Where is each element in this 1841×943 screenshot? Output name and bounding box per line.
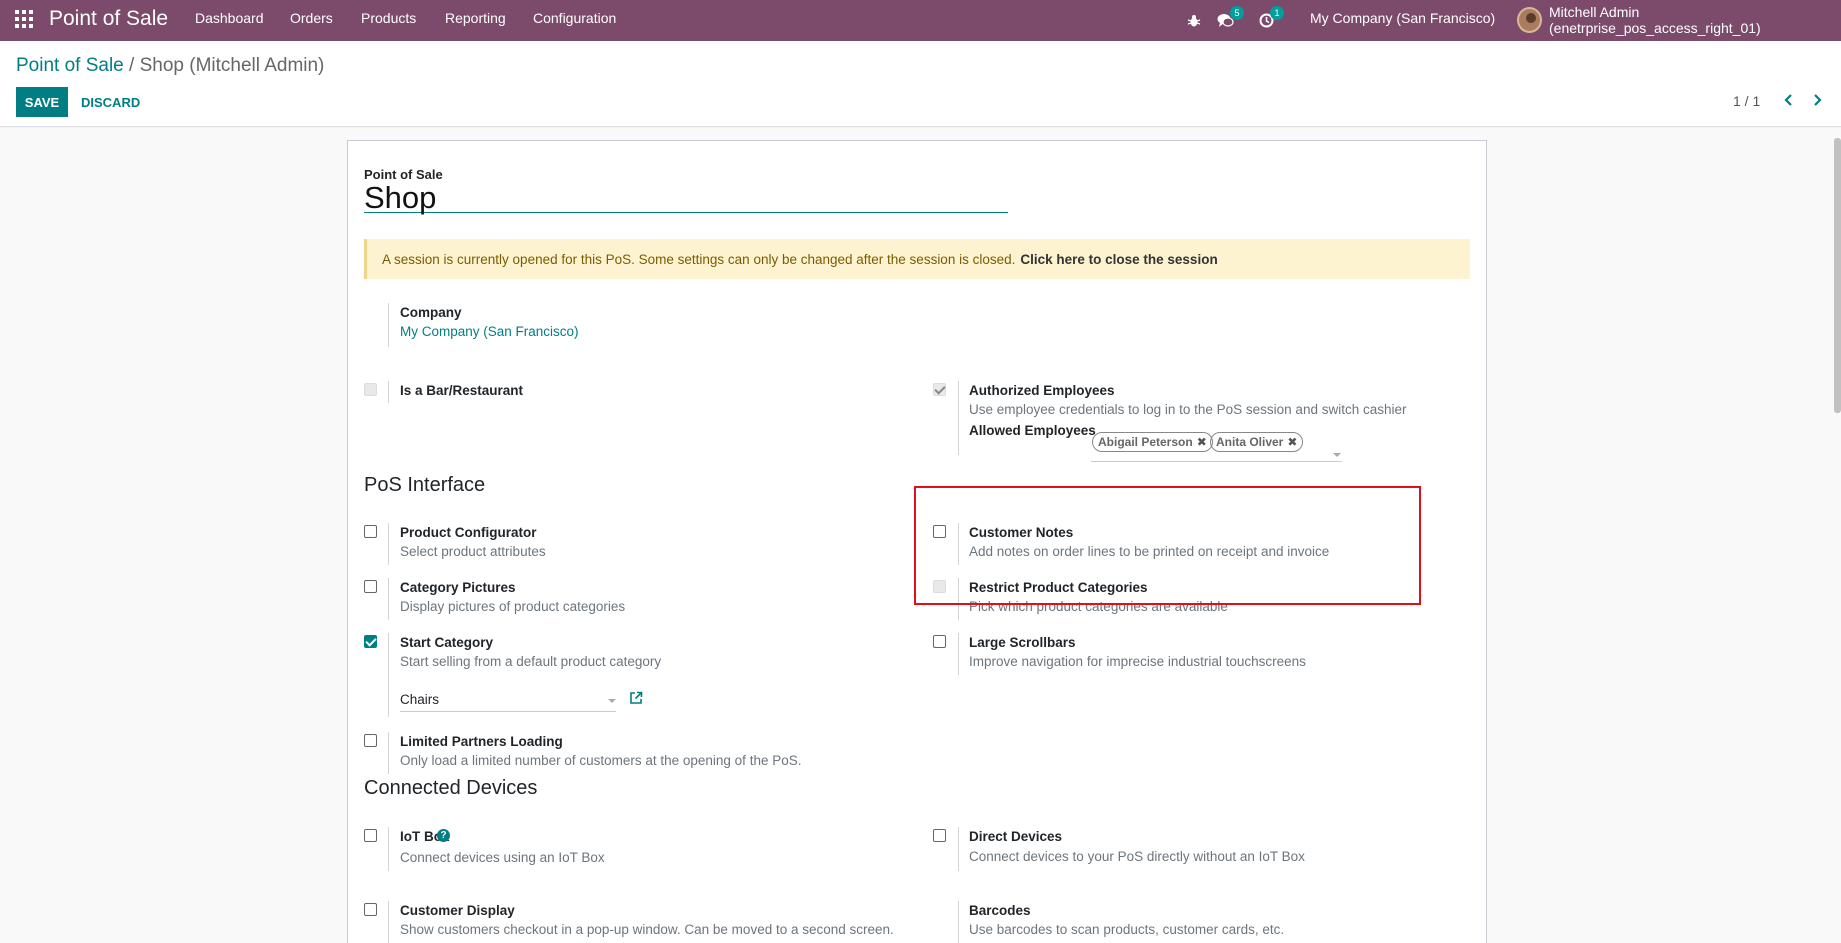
- category-pictures-label: Category Pictures: [400, 580, 516, 595]
- direct-devices-checkbox[interactable]: [933, 829, 946, 842]
- alert-text: A session is currently opened for this P…: [382, 251, 1016, 267]
- pager-previous-icon[interactable]: [1780, 91, 1798, 109]
- employee-tag-label: Abigail Peterson: [1098, 435, 1193, 449]
- divider: [388, 523, 389, 565]
- divider: [958, 523, 959, 565]
- divider: [388, 901, 389, 943]
- divider: [958, 827, 959, 871]
- bar-restaurant-label: Is a Bar/Restaurant: [400, 383, 524, 398]
- product-configurator-checkbox[interactable]: [364, 525, 377, 538]
- user-name: Mitchell Admin (enetrprise_pos_access_ri…: [1549, 4, 1761, 36]
- category-pictures-description: Display pictures of product categories: [400, 599, 626, 614]
- limited-partners-label: Limited Partners Loading: [400, 734, 563, 749]
- category-pictures-checkbox[interactable]: [364, 580, 377, 593]
- chevron-down-icon[interactable]: [1333, 453, 1341, 457]
- divider: [388, 303, 389, 347]
- customer-notes-checkbox[interactable]: [933, 525, 946, 538]
- app-name[interactable]: Point of Sale: [49, 7, 168, 31]
- large-scrollbars-checkbox[interactable]: [933, 635, 946, 648]
- customer-display-checkbox[interactable]: [364, 903, 377, 916]
- restrict-categories-label: Restrict Product Categories: [969, 580, 1148, 595]
- menu-reporting[interactable]: Reporting: [445, 10, 506, 26]
- iot-box-description: Connect devices using an IoT Box: [400, 850, 605, 865]
- restrict-categories-description: Pick which product categories are availa…: [969, 599, 1228, 614]
- divider: [388, 827, 389, 871]
- divider: [958, 633, 959, 675]
- divider: [388, 578, 389, 620]
- divider: [958, 901, 959, 943]
- customer-notes-label: Customer Notes: [969, 525, 1074, 540]
- start-category-description: Start selling from a default product cat…: [400, 654, 662, 669]
- pos-name-input[interactable]: Shop: [364, 182, 1008, 213]
- debug-icon[interactable]: [1187, 0, 1201, 41]
- company-label: Company: [400, 305, 462, 320]
- limited-partners-checkbox[interactable]: [364, 734, 377, 747]
- divider: [388, 381, 389, 403]
- direct-devices-description: Connect devices to your PoS directly wit…: [969, 849, 1305, 864]
- divider: [958, 578, 959, 620]
- large-scrollbars-label: Large Scrollbars: [969, 635, 1076, 650]
- save-button[interactable]: SAVE: [16, 87, 68, 117]
- pager-value[interactable]: 1 / 1: [1733, 93, 1760, 109]
- discard-button[interactable]: DISCARD: [75, 87, 146, 117]
- product-configurator-label: Product Configurator: [400, 525, 537, 540]
- connected-devices-heading: Connected Devices: [364, 777, 538, 799]
- external-link-icon[interactable]: [629, 691, 643, 705]
- barcodes-label: Barcodes: [969, 903, 1031, 918]
- start-category-label: Start Category: [400, 635, 494, 650]
- product-configurator-description: Select product attributes: [400, 544, 546, 559]
- allowed-employees-label: Allowed Employees: [969, 423, 1096, 438]
- form-sheet: Point of Sale Shop A session is currentl…: [347, 140, 1487, 943]
- customer-notes-description: Add notes on order lines to be printed o…: [969, 544, 1330, 559]
- divider: [388, 732, 389, 774]
- apps-menu-icon[interactable]: [15, 10, 33, 28]
- direct-devices-label: Direct Devices: [969, 829, 1063, 844]
- top-navbar: Point of Sale Dashboard Orders Products …: [0, 0, 1841, 41]
- user-menu[interactable]: Mitchell Admin (enetrprise_pos_access_ri…: [1517, 4, 1841, 36]
- pos-interface-heading: PoS Interface: [364, 474, 486, 496]
- form-view: Point of Sale Shop A session is currentl…: [0, 128, 1841, 943]
- control-panel: Point of Sale / Shop (Mitchell Admin) SA…: [0, 41, 1841, 127]
- activities-icon[interactable]: [1259, 0, 1274, 41]
- company-switcher[interactable]: My Company (San Francisco): [1310, 10, 1495, 26]
- limited-partners-description: Only load a limited number of customers …: [400, 753, 802, 768]
- authorized-employees-checkbox: [933, 383, 946, 396]
- barcodes-description: Use barcodes to scan products, customer …: [969, 922, 1285, 937]
- pager-next-icon[interactable]: [1808, 91, 1826, 109]
- activities-badge: 1: [1270, 6, 1284, 20]
- session-alert: A session is currently opened for this P…: [364, 239, 1470, 279]
- breadcrumb-separator: /: [129, 55, 135, 76]
- start-category-select[interactable]: Chairs: [400, 692, 616, 712]
- bar-restaurant-checkbox: [364, 383, 377, 396]
- chevron-down-icon[interactable]: [608, 699, 616, 703]
- breadcrumb-current: Shop (Mitchell Admin): [139, 55, 325, 76]
- close-session-link[interactable]: Click here to close the session: [1020, 252, 1217, 267]
- employee-tag-label: Anita Oliver: [1216, 435, 1284, 449]
- start-category-checkbox[interactable]: [364, 635, 377, 648]
- avatar: [1517, 7, 1542, 33]
- authorized-employees-label: Authorized Employees: [969, 383, 1115, 398]
- breadcrumb: Point of Sale / Shop (Mitchell Admin): [16, 55, 324, 77]
- menu-configuration[interactable]: Configuration: [533, 10, 616, 26]
- allowed-employees-input[interactable]: [1091, 448, 1342, 462]
- remove-tag-icon[interactable]: ✖: [1197, 435, 1207, 449]
- iot-box-checkbox[interactable]: [364, 829, 377, 842]
- authorized-employees-description: Use employee credentials to log in to th…: [969, 402, 1407, 417]
- messages-badge: 5: [1230, 6, 1244, 20]
- messages-icon[interactable]: [1217, 0, 1234, 41]
- menu-orders[interactable]: Orders: [290, 10, 333, 26]
- divider: [958, 381, 959, 455]
- company-field[interactable]: My Company (San Francisco): [400, 324, 579, 339]
- customer-display-label: Customer Display: [400, 903, 515, 918]
- scrollbar[interactable]: [1834, 138, 1841, 413]
- divider: [388, 633, 389, 717]
- menu-products[interactable]: Products: [361, 10, 416, 26]
- breadcrumb-parent[interactable]: Point of Sale: [16, 55, 124, 76]
- menu-dashboard[interactable]: Dashboard: [195, 10, 264, 26]
- remove-tag-icon[interactable]: ✖: [1287, 435, 1297, 449]
- restrict-categories-checkbox: [933, 580, 946, 593]
- customer-display-description: Show customers checkout in a pop-up wind…: [400, 922, 894, 937]
- help-icon[interactable]: ?: [437, 829, 450, 842]
- large-scrollbars-description: Improve navigation for imprecise industr…: [969, 654, 1306, 669]
